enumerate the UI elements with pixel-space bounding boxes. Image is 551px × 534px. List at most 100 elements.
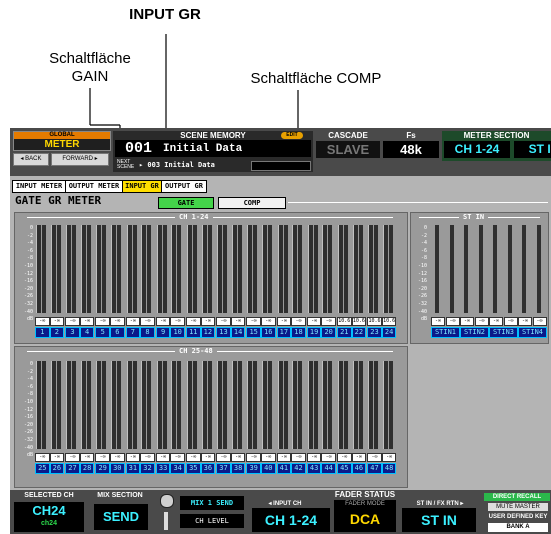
ch1-24-channel-label[interactable]: 11 [186,327,201,338]
ch25-48-channel-label[interactable]: 31 [125,463,141,474]
ch25-48-channel-label[interactable]: 43 [306,463,322,474]
ch25-48-meter-tick [141,361,143,449]
forward-button[interactable]: FORWARD ▸ [51,153,109,166]
ch25-48-channel-label[interactable]: 26 [49,463,65,474]
ch1-24-value: 10.6 [367,317,382,326]
ch25-48-channel-label[interactable]: 45 [337,463,352,474]
ch1-24-channel-label[interactable]: 9 [155,327,171,338]
ch25-48-channel-label[interactable]: 34 [170,463,185,474]
ch1-24-channel-label[interactable]: 14 [230,327,246,338]
next-scene-box [251,161,311,171]
ch25-48-meter-bar [388,361,393,449]
global-value[interactable]: METER [14,139,110,150]
ch1-24-channel-label[interactable]: 21 [337,327,352,338]
ch1-24-channel-label[interactable]: 5 [95,327,110,338]
ch25-48-meter-bar [157,361,162,449]
ch25-48-channel-label[interactable]: 37 [216,463,231,474]
meter-section-right[interactable]: ST IN [514,141,551,158]
ch25-48-channel-label[interactable]: 44 [321,463,336,474]
ch1-24-scale-label: -20 [23,285,33,292]
ch25-48-value: -∞ [95,453,110,462]
mute-master[interactable]: MUTE MASTER [488,503,548,511]
ch-level[interactable]: CH LEVEL [180,514,244,528]
ch25-48-channel-label[interactable]: 32 [140,463,155,474]
tab-output-meter[interactable]: OUTPUT METER [65,180,123,193]
fs-panel: Fs 48k [383,131,439,161]
back-button[interactable]: ◂ BACK [13,153,49,166]
ch25-48-channel-label[interactable]: 29 [95,463,110,474]
ch25-48-channel-label[interactable]: 25 [35,463,50,474]
direct-recall[interactable]: DIRECT RECALL [484,493,550,501]
stin-fx[interactable]: ST IN [402,508,476,532]
fader-mode[interactable]: FADER MODE DCA [334,500,396,532]
ch1-24-channel-label[interactable]: 13 [216,327,231,338]
mix-send[interactable]: MIX 1 SEND [180,496,244,510]
selected-ch[interactable]: CH24 ch24 [14,502,84,532]
ch25-48-channel-label[interactable]: 42 [291,463,306,474]
ch25-48-scale-label: -12 [23,406,33,413]
ch1-24-channel-label[interactable]: 16 [261,327,276,338]
ch25-48-value: -∞ [79,453,95,462]
tab-input-gr[interactable]: INPUT GR [122,180,162,193]
stin-scale-label: -6 [420,247,427,254]
gate-button[interactable]: GATE [158,197,214,209]
callout-input-gr: INPUT GR [129,6,201,23]
ch25-48-label: CH 25-48 [175,347,217,355]
ch25-48-channel-label[interactable]: 35 [186,463,201,474]
ch1-24-channel-label[interactable]: 18 [291,327,306,338]
ch1-24-channel-label[interactable]: 10 [170,327,185,338]
stin-value: -∞ [532,317,547,326]
ch1-24-channel-label[interactable]: 12 [200,327,216,338]
ch25-48-channel-label[interactable]: 36 [200,463,216,474]
ch25-48-meter-bar [263,361,267,449]
tab-output-gr[interactable]: OUTPUT GR [161,180,207,193]
ch1-24-channel-label[interactable]: 22 [351,327,367,338]
ch1-24-meters: -∞ 1 -∞ 2 -∞ 3 -∞ 4 -∞ 5 -∞ 6 -∞ 7 -∞ 8 -∞ 9 -∞ 10 -∞ 11 -∞ 12-… [35,225,407,343]
ch1-24-channel-label[interactable]: 8 [140,327,155,338]
ch25-48-meter-bar [102,361,107,449]
comp-button[interactable]: COMP [218,197,286,209]
input-ch[interactable]: CH 1-24 [252,508,330,532]
ch1-24-channel-label[interactable]: 20 [321,327,336,338]
ch1-24-channel-label[interactable]: 1 [35,327,50,338]
ch25-48-channel-label[interactable]: 28 [79,463,95,474]
ch1-24-channel-label[interactable]: 17 [276,327,292,338]
ch25-48-channel-label[interactable]: 30 [110,463,125,474]
meter-section-left[interactable]: CH 1-24 [444,141,510,158]
ch25-48-scale-label: -8 [26,391,33,398]
ch25-48-channel-label[interactable]: 38 [230,463,246,474]
ch25-48-channel-label[interactable]: 48 [381,463,397,474]
ch25-48-channel-label[interactable]: 27 [65,463,80,474]
scene-display[interactable]: 001 Initial Data [115,140,311,157]
stin-meter-bar [478,225,483,313]
ch25-48-channel-label[interactable]: 46 [351,463,367,474]
ch1-24-channel-label[interactable]: 15 [246,327,261,338]
ch1-24-channel-label[interactable]: 2 [49,327,65,338]
stin-channel-label[interactable]: STIN2 [460,327,489,338]
ch1-24-meter-bar [313,225,318,313]
ch25-48-channel-label[interactable]: 33 [155,463,171,474]
stin-channel-label[interactable]: STIN1 [431,327,460,338]
ch25-48-meter-bar [56,361,61,449]
ch1-24-channel-label[interactable]: 4 [79,327,95,338]
ch1-24-channel-label[interactable]: 19 [306,327,322,338]
bank[interactable]: BANK A [488,523,548,532]
ch25-48-value: -∞ [65,453,80,462]
ch1-24-channel-label[interactable]: 7 [125,327,141,338]
ch1-24-channel-label[interactable]: 23 [367,327,382,338]
ch25-48-meter-tick [80,361,82,449]
stin-channel-label[interactable]: STIN4 [518,327,547,338]
ch1-24-channel-label[interactable]: 3 [65,327,80,338]
mix-section[interactable]: SEND [94,504,148,530]
ch25-48-meter-tick [368,361,370,449]
tab-input-meter[interactable]: INPUT METER [12,180,66,193]
ch1-24-channel-label[interactable]: 24 [381,327,397,338]
ch25-48-channel-label[interactable]: 40 [261,463,276,474]
ch25-48-channel-label[interactable]: 47 [367,463,382,474]
ch25-48-meter-tick [156,361,158,449]
ch25-48-channel-label[interactable]: 41 [276,463,292,474]
ch25-48-value: -∞ [291,453,306,462]
ch25-48-channel-label[interactable]: 39 [246,463,261,474]
stin-channel-label[interactable]: STIN3 [489,327,518,338]
ch1-24-channel-label[interactable]: 6 [110,327,125,338]
